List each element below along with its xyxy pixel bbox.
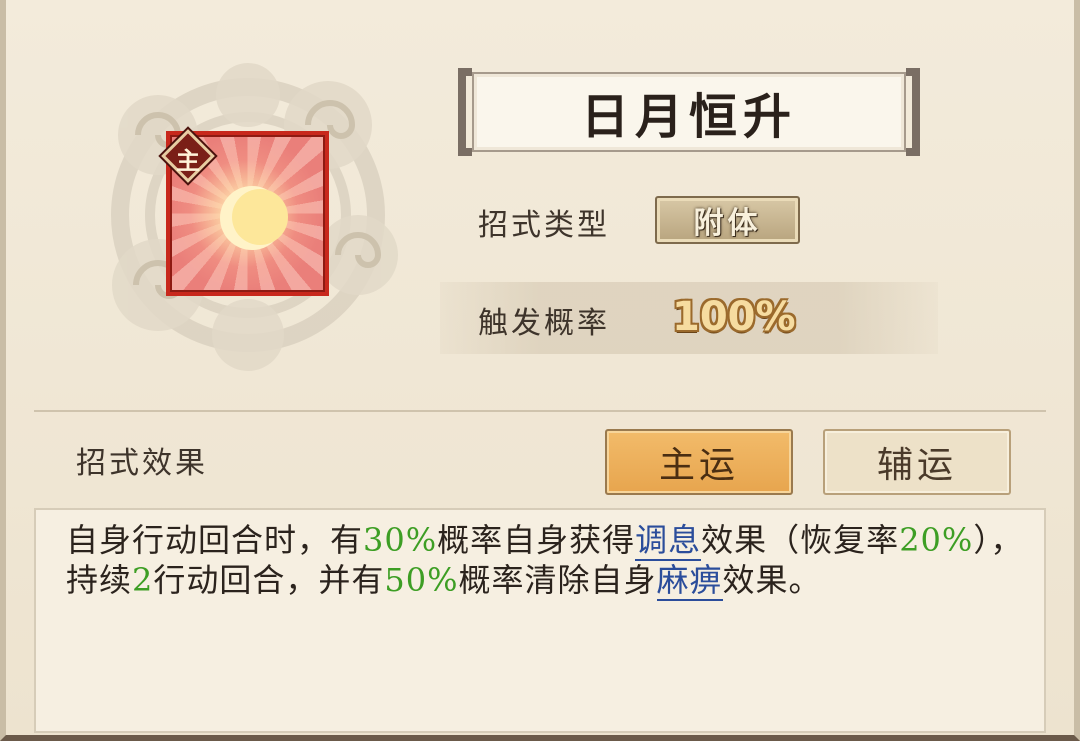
desc-segment: 概率清除自身 xyxy=(458,561,657,599)
rate-label: 触发概率 xyxy=(478,306,610,341)
desc-segment: 效果（恢复率 xyxy=(701,521,900,559)
desc-duration-value: 2 xyxy=(132,561,154,599)
keyword-link-mabi[interactable]: 麻痹 xyxy=(656,561,723,601)
keyword-link-tiaoxi[interactable]: 调息 xyxy=(635,521,702,561)
badge-label: 主 xyxy=(176,146,200,175)
desc-segment: 行动回合，并有 xyxy=(153,561,385,599)
desc-segment: 概率自身获得 xyxy=(437,521,636,559)
tab-main-luck[interactable]: 主运 xyxy=(605,429,793,495)
effect-description: 自身行动回合时，有30%概率自身获得调息效果（恢复率20%），持续2行动回合，并… xyxy=(66,520,1026,601)
desc-recovery-value: 20% xyxy=(899,521,974,559)
moon-sun-icon xyxy=(220,186,288,250)
skill-title-box: 日月恒升 xyxy=(458,68,920,158)
desc-cleanse-chance: 50% xyxy=(384,561,459,599)
desc-segment: 效果。 xyxy=(722,561,822,599)
tab-aux-luck[interactable]: 辅运 xyxy=(823,429,1011,495)
effect-label: 招式效果 xyxy=(76,446,208,481)
section-divider xyxy=(34,410,1046,412)
type-value-badge: 附体 xyxy=(655,196,800,244)
skill-title: 日月恒升 xyxy=(472,72,906,152)
desc-segment: 自身行动回合时，有 xyxy=(66,521,364,559)
main-skill-badge: 主 xyxy=(161,129,215,183)
desc-chance-value: 30% xyxy=(363,521,438,559)
type-label: 招式类型 xyxy=(478,208,610,243)
rate-value: 100% xyxy=(672,294,796,340)
